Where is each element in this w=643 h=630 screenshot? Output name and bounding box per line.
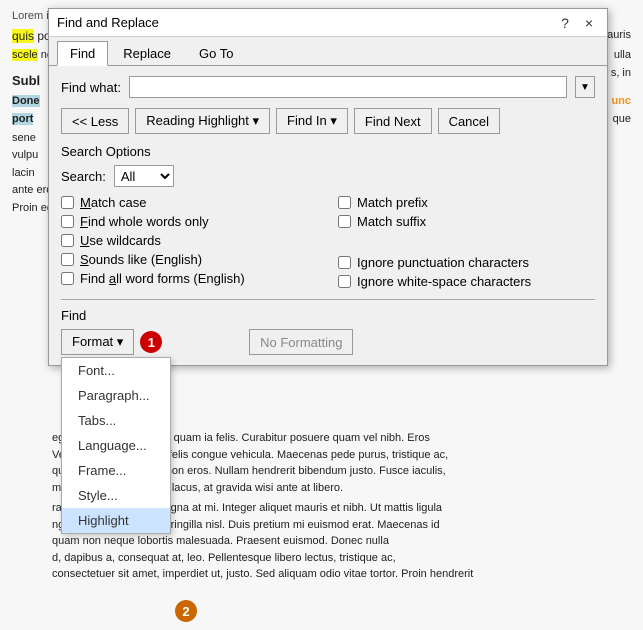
sounds-like-label[interactable]: Sounds like (English) (80, 252, 202, 267)
tab-find[interactable]: Find (57, 41, 108, 66)
format-button-container: Format ▾ Font... Paragraph... Tabs... La… (61, 329, 134, 355)
checkbox-match-prefix: Match prefix (338, 195, 595, 210)
match-suffix-checkbox[interactable] (338, 215, 351, 228)
match-case-checkbox[interactable] (61, 196, 74, 209)
wildcards-checkbox[interactable] (61, 234, 74, 247)
all-word-forms-label[interactable]: Find all word forms (English) (80, 271, 245, 286)
no-formatting-button[interactable]: No Formatting (249, 329, 353, 355)
search-label: Search: (61, 169, 106, 184)
dialog-title: Find and Replace (57, 15, 159, 30)
dropdown-frame[interactable]: Frame... (62, 458, 170, 483)
badge-1: 1 (140, 331, 162, 353)
options-columns: Match case Find whole words only Use wil… (61, 195, 595, 289)
checkbox-all-word-forms: Find all word forms (English) (61, 271, 318, 286)
checkbox-sounds-like: Sounds like (English) (61, 252, 318, 267)
dropdown-highlight[interactable]: Highlight (62, 508, 170, 533)
options-col-left: Match case Find whole words only Use wil… (61, 195, 318, 289)
format-label: Format ▾ (72, 334, 123, 350)
ignore-whitespace-label[interactable]: Ignore white-space characters (357, 274, 531, 289)
search-select[interactable]: All Down Up (114, 165, 174, 187)
dropdown-font[interactable]: Font... (62, 358, 170, 383)
find-next-button[interactable]: Find Next (354, 108, 432, 134)
search-options-label: Search Options (61, 144, 595, 159)
checkbox-whole-words: Find whole words only (61, 214, 318, 229)
badge-2: 2 (175, 600, 197, 622)
dialog-title-icons: ? × (555, 13, 599, 33)
checkbox-ignore-whitespace: Ignore white-space characters (338, 274, 595, 289)
dropdown-tabs[interactable]: Tabs... (62, 408, 170, 433)
find-what-label: Find what: (61, 80, 121, 95)
find-what-row: Find what: ▼ (61, 76, 595, 98)
find-what-dropdown[interactable]: ▼ (575, 76, 595, 98)
match-prefix-label[interactable]: Match prefix (357, 195, 428, 210)
reading-highlight-button[interactable]: Reading Highlight ▾ (135, 108, 270, 134)
match-prefix-checkbox[interactable] (338, 196, 351, 209)
checkbox-match-suffix: Match suffix (338, 214, 595, 229)
dropdown-paragraph[interactable]: Paragraph... (62, 383, 170, 408)
match-suffix-label[interactable]: Match suffix (357, 214, 426, 229)
checkbox-match-case: Match case (61, 195, 318, 210)
format-button[interactable]: Format ▾ (61, 329, 134, 355)
help-button[interactable]: ? (555, 13, 575, 33)
reading-highlight-label: Reading Highlight ▾ (146, 113, 259, 129)
cancel-button[interactable]: Cancel (438, 108, 500, 134)
options-col-right: Match prefix Match suffix Ignore punctua… (318, 195, 595, 289)
checkbox-wildcards: Use wildcards (61, 233, 318, 248)
dialog-buttons-row: << Less Reading Highlight ▾ Find In ▾ Fi… (61, 108, 595, 134)
dialog-body: Find what: ▼ << Less Reading Highlight ▾… (49, 66, 607, 365)
find-buttons-row: Format ▾ Font... Paragraph... Tabs... La… (61, 329, 595, 355)
search-row: Search: All Down Up (61, 165, 595, 187)
find-in-label: Find In ▾ (287, 113, 337, 129)
all-word-forms-checkbox[interactable] (61, 272, 74, 285)
checkbox-ignore-punct: Ignore punctuation characters (338, 255, 595, 270)
tab-goto[interactable]: Go To (186, 41, 246, 65)
badge-2-container: 2 (175, 600, 197, 622)
ignore-whitespace-checkbox[interactable] (338, 275, 351, 288)
whole-words-checkbox[interactable] (61, 215, 74, 228)
separator (61, 299, 595, 300)
whole-words-label[interactable]: Find whole words only (80, 214, 209, 229)
dropdown-language[interactable]: Language... (62, 433, 170, 458)
tab-replace[interactable]: Replace (110, 41, 184, 65)
dialog-titlebar: Find and Replace ? × (49, 9, 607, 37)
wildcards-label[interactable]: Use wildcards (80, 233, 161, 248)
match-case-label[interactable]: Match case (80, 195, 147, 210)
less-button[interactable]: << Less (61, 108, 129, 134)
find-section-label: Find (61, 308, 595, 323)
find-in-button[interactable]: Find In ▾ (276, 108, 348, 134)
close-button[interactable]: × (579, 13, 599, 33)
find-what-input[interactable] (129, 76, 567, 98)
ignore-punct-checkbox[interactable] (338, 256, 351, 269)
ignore-punct-label[interactable]: Ignore punctuation characters (357, 255, 529, 270)
dropdown-style[interactable]: Style... (62, 483, 170, 508)
sounds-like-checkbox[interactable] (61, 253, 74, 266)
find-replace-dialog: Find and Replace ? × Find Replace Go To … (48, 8, 608, 366)
format-dropdown-menu: Font... Paragraph... Tabs... Language...… (61, 357, 171, 534)
dialog-tabs: Find Replace Go To (49, 37, 607, 66)
